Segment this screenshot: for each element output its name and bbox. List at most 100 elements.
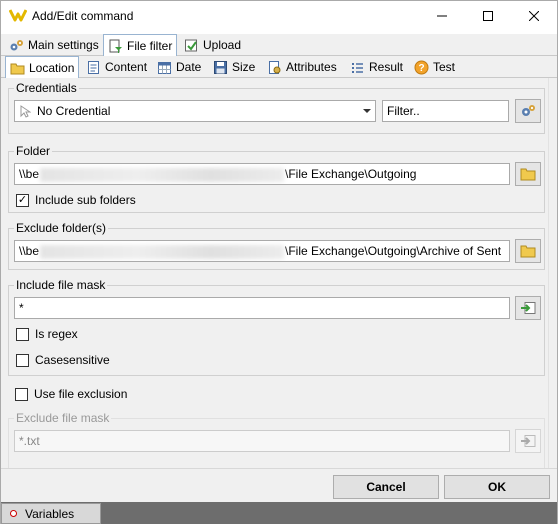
minimize-icon (437, 15, 447, 17)
tab-attributes[interactable]: Attributes (263, 56, 341, 78)
tab-test[interactable]: ? Test (410, 56, 459, 78)
exclude-file-mask-legend: Exclude file mask (14, 411, 112, 425)
tab-upload[interactable]: Upload (180, 34, 245, 56)
calendar-icon (158, 61, 171, 74)
insert-arrow-icon (521, 435, 536, 447)
title-bar: Add/Edit command (1, 1, 557, 31)
exclude-folders-legend: Exclude folder(s) (14, 221, 109, 235)
case-sensitive-label: Casesensitive (35, 353, 110, 367)
gears-icon (522, 105, 535, 116)
file-filter-icon (109, 39, 122, 53)
gears-icon (10, 39, 23, 50)
insert-exclude-variable-button[interactable] (515, 429, 541, 453)
help-icon: ? (414, 60, 429, 74)
credential-dropdown[interactable]: No Credential (14, 100, 376, 122)
disk-icon (214, 60, 227, 74)
variables-dot-icon (10, 510, 17, 517)
checkbox-box (16, 327, 29, 341)
include-mask-input[interactable]: * (14, 297, 510, 319)
browse-folder-button[interactable] (515, 162, 541, 186)
tab-label: Location (29, 61, 75, 75)
include-sub-folders-label: Include sub folders (35, 193, 136, 207)
tab-label: Content (105, 60, 148, 74)
include-sub-folders-checkbox[interactable]: ✓ Include sub folders (16, 193, 136, 207)
dialog-window: Add/Edit command Main settings File filt… (0, 0, 558, 524)
filter-input[interactable]: Filter.. (382, 100, 509, 122)
tab-result[interactable]: Result (346, 56, 407, 78)
credentials-group: Credentials No Credential Filter.. (8, 81, 545, 134)
minimize-button[interactable] (419, 1, 465, 31)
tab-label: Main settings (28, 38, 99, 52)
file-filter-tab-strip: Location Content Date Size Attributes Re… (1, 56, 557, 79)
tab-label: Attributes (286, 60, 337, 74)
exclude-folders-group: Exclude folder(s) \\be \File Exchange\Out… (8, 221, 545, 270)
credential-settings-button[interactable] (515, 99, 541, 123)
folder-path-suffix: \File Exchange\Outgoing (285, 167, 417, 181)
redacted-path (40, 167, 285, 182)
exclude-file-mask-group: Exclude file mask *.txt (8, 411, 545, 468)
maximize-button[interactable] (465, 1, 511, 31)
chevron-down-icon (363, 109, 371, 113)
document-icon (88, 60, 99, 74)
content-scrollbar[interactable] (548, 78, 557, 468)
insert-variable-button[interactable] (515, 296, 541, 320)
include-file-mask-group: Include file mask * Is regex Casesensiti… (8, 278, 545, 376)
status-bar: Variables (1, 502, 557, 524)
variables-tab[interactable]: Variables (1, 503, 101, 524)
redacted-path (40, 244, 285, 259)
cursor-icon (20, 105, 31, 118)
app-logo-icon (9, 9, 27, 22)
tab-file-filter[interactable]: File filter (103, 34, 178, 57)
tab-label: Date (176, 60, 202, 74)
window-title: Add/Edit command (32, 9, 134, 23)
include-mask-value: * (19, 301, 24, 315)
credentials-legend: Credentials (14, 81, 79, 95)
is-regex-label: Is regex (35, 327, 78, 341)
svg-text:?: ? (418, 63, 424, 74)
tab-size[interactable]: Size (209, 56, 259, 78)
folder-legend: Folder (14, 144, 53, 158)
close-icon (529, 11, 539, 21)
folder-group: Folder \\be \File Exchange\Outgoing ✓ Inc… (8, 144, 545, 213)
main-tab-strip: Main settings File filter Upload (1, 34, 557, 57)
folder-path-input[interactable]: \\be \File Exchange\Outgoing (14, 163, 510, 185)
checkbox-box (16, 353, 29, 367)
browse-exclude-folder-button[interactable] (515, 239, 541, 263)
tab-main-settings[interactable]: Main settings (5, 34, 103, 56)
checkbox-box: ✓ (16, 193, 29, 207)
filter-input-text: Filter.. (387, 104, 420, 118)
is-regex-checkbox[interactable]: Is regex (16, 327, 78, 341)
tab-location[interactable]: Location (5, 56, 80, 79)
exclude-mask-input[interactable]: *.txt (14, 430, 510, 452)
folder-icon (520, 245, 536, 258)
tab-content[interactable]: Content (82, 56, 151, 78)
ok-button[interactable]: OK (444, 475, 550, 499)
cancel-button[interactable]: Cancel (333, 475, 439, 499)
folder-icon (10, 63, 25, 74)
maximize-icon (483, 11, 493, 21)
tab-label: Test (433, 60, 456, 74)
tab-label: Result (369, 60, 404, 74)
location-panel: Credentials No Credential Filter.. Folde… (1, 78, 557, 468)
credential-selected-value: No Credential (37, 104, 111, 118)
variables-label: Variables (25, 506, 75, 521)
checkbox-box (15, 387, 28, 401)
folder-icon (520, 168, 536, 181)
exclude-path-prefix: \\be (19, 244, 40, 258)
use-file-exclusion-label: Use file exclusion (34, 387, 128, 401)
tab-label: File filter (127, 39, 173, 53)
folder-path-prefix: \\be (19, 167, 40, 181)
insert-arrow-icon (521, 302, 536, 314)
tab-label: Upload (203, 38, 242, 52)
exclude-folder-path-input[interactable]: \\be \File Exchange\Outgoing\Archive of S… (14, 240, 510, 262)
include-file-mask-legend: Include file mask (14, 278, 108, 292)
tab-label: Size (232, 60, 256, 74)
tab-date[interactable]: Date (153, 56, 205, 78)
exclude-path-suffix: \File Exchange\Outgoing\Archive of Sent (285, 244, 502, 258)
exclude-mask-value: *.txt (19, 434, 40, 448)
list-icon (352, 62, 363, 73)
upload-icon (185, 39, 197, 51)
case-sensitive-checkbox[interactable]: Casesensitive (16, 353, 110, 367)
use-file-exclusion-checkbox[interactable]: Use file exclusion (15, 387, 127, 401)
close-button[interactable] (511, 1, 557, 31)
